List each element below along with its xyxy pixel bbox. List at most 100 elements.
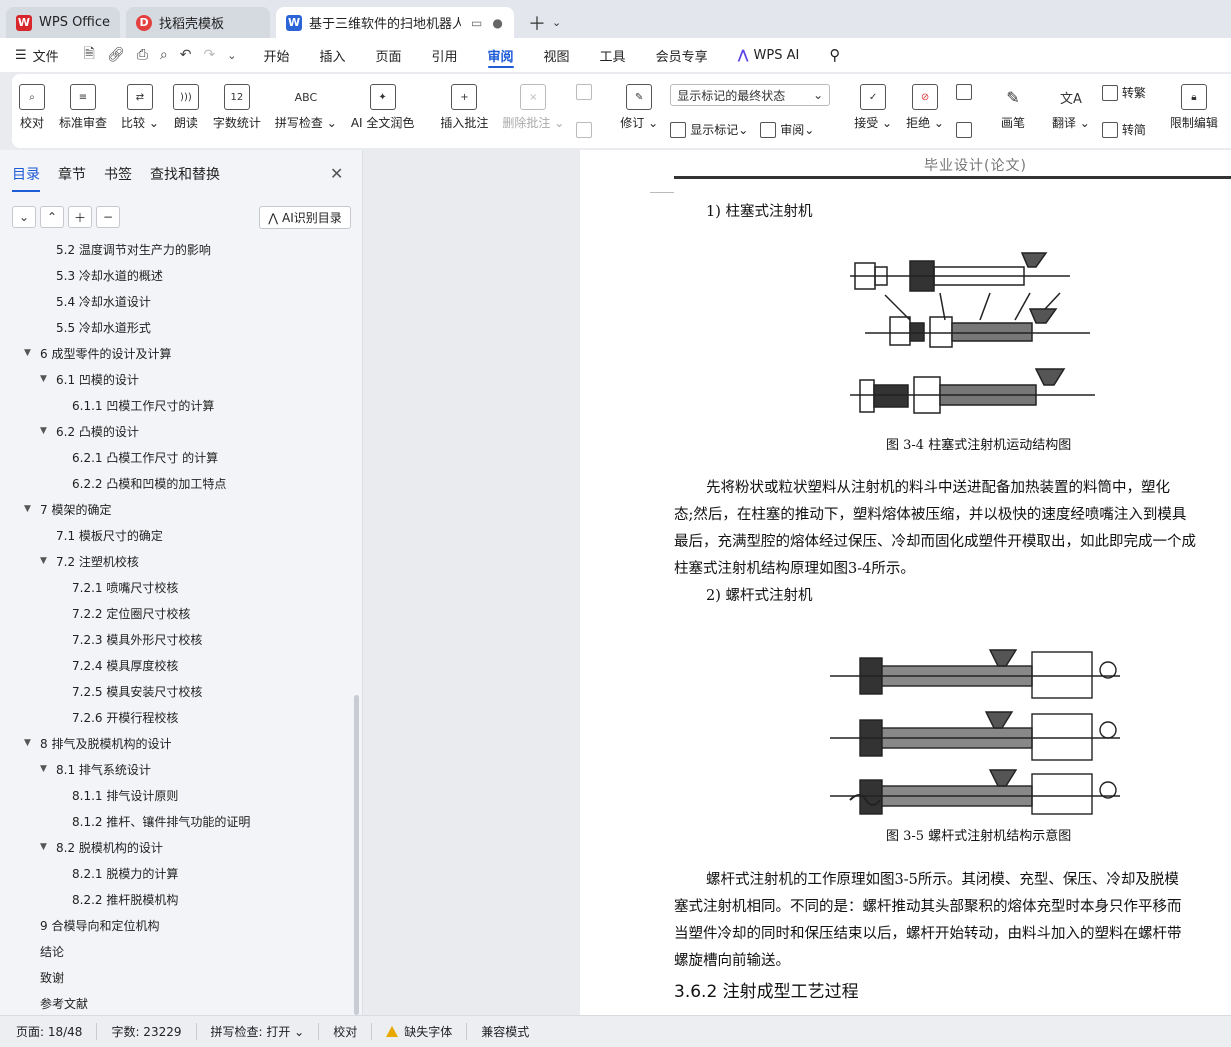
tab-wps-office[interactable]: W WPS Office	[6, 7, 121, 38]
tab-chapters[interactable]: 章节	[58, 164, 86, 192]
menu-wps-ai[interactable]: ⋀ WPS AI	[723, 38, 815, 72]
toc-item[interactable]: 致谢	[40, 964, 64, 990]
collapse-triangle-icon[interactable]: ▼	[40, 374, 50, 384]
toc-item[interactable]: 7.2.6 开模行程校核	[72, 704, 178, 730]
insert-comment-button[interactable]: + 插入批注	[440, 84, 488, 131]
menu-insert[interactable]: 插入	[304, 38, 360, 72]
document-cut-button[interactable]: 文	[1225, 84, 1231, 131]
translate-button[interactable]: 文A 翻译 ⌄	[1052, 84, 1090, 131]
toc-item[interactable]: 结论	[40, 938, 64, 964]
tab-toc[interactable]: 目录	[12, 164, 40, 192]
new-tab-button[interactable]: ＋ ⌄	[520, 7, 569, 38]
toc-item[interactable]: ▼ 7 模架的确定	[24, 496, 111, 522]
menu-reference[interactable]: 引用	[417, 38, 473, 72]
show-markup-button[interactable]: 显示标记 ⌄	[670, 121, 748, 138]
spell-check-toggle[interactable]: 拼写检查: 打开 ⌄	[211, 1023, 320, 1040]
close-icon[interactable]: ✕	[330, 164, 343, 183]
spell-check-button[interactable]: ABC 拼写检查 ⌄	[275, 84, 337, 131]
unsaved-dot-icon[interactable]: ●	[492, 16, 502, 30]
toc-item[interactable]: 6.1.1 凹模工作尺寸的计算	[72, 392, 214, 418]
toc-item[interactable]: ▼ 8 排气及脱模机构的设计	[24, 730, 171, 756]
reject-button[interactable]: ⊘ 拒绝 ⌄	[906, 84, 944, 131]
menu-start[interactable]: 开始	[248, 38, 304, 72]
collapse-triangle-icon[interactable]: ▼	[40, 426, 50, 436]
toc-item[interactable]: ▼ 8.2 脱模机构的设计	[40, 834, 163, 860]
toc-item[interactable]: 7.2.1 喷嘴尺寸校核	[72, 574, 178, 600]
next-comment-button[interactable]	[576, 122, 596, 138]
toc-scrollbar[interactable]	[354, 695, 359, 1015]
tab-find-replace[interactable]: 查找和替换	[150, 164, 220, 192]
toc-item[interactable]: ▼ 6 成型零件的设计及计算	[24, 340, 171, 366]
tab-docer[interactable]: D 找稻壳模板	[126, 7, 271, 38]
menu-page[interactable]: 页面	[360, 38, 416, 72]
collapse-triangle-icon[interactable]: ▼	[40, 842, 50, 852]
accept-button[interactable]: ✓ 接受 ⌄	[854, 84, 892, 131]
collapse-up-button[interactable]: ⌃	[40, 206, 64, 228]
toc-item[interactable]: ▼ 6.2 凸模的设计	[40, 418, 139, 444]
menu-file[interactable]: ☰ 文件	[0, 38, 74, 72]
toc-item[interactable]: 6.2.2 凸模和凹模的加工特点	[72, 470, 226, 496]
read-aloud-button[interactable]: ))) 朗读	[172, 84, 199, 131]
print-icon[interactable]: ⎙	[137, 47, 148, 63]
word-count-button[interactable]: 12 字数统计	[213, 84, 261, 131]
toc-item[interactable]: 7.2.4 模具厚度校核	[72, 652, 178, 678]
toc-item[interactable]: 5.4 冷却水道设计	[56, 288, 151, 314]
undo-icon[interactable]: ↶	[180, 47, 192, 63]
toc-item[interactable]: 8.1.1 排气设计原则	[72, 782, 178, 808]
prev-change-button[interactable]	[955, 84, 976, 100]
more-chevron-icon[interactable]: ⌄	[227, 49, 236, 62]
toc-item[interactable]: 6.2.1 凸模工作尺寸 的计算	[72, 444, 218, 470]
monitor-icon[interactable]: ▭	[471, 16, 482, 30]
proof-button[interactable]: ⌕ 校对	[19, 84, 45, 131]
review-pane-button[interactable]: 审阅 ⌄	[760, 121, 814, 138]
missing-font-indicator[interactable]: 缺失字体	[386, 1023, 468, 1040]
markup-mode-select[interactable]: 显示标记的最终状态 ⌄	[670, 84, 831, 106]
menu-tools[interactable]: 工具	[585, 38, 641, 72]
toc-item[interactable]: 9 合模导向和定位机构	[40, 912, 159, 938]
expand-down-button[interactable]: ⌄	[12, 206, 36, 228]
ink-button[interactable]: ✎ 画笔	[1000, 84, 1026, 131]
tab-bookmarks[interactable]: 书签	[104, 164, 132, 192]
track-changes-button[interactable]: ✎ 修订 ⌄	[620, 84, 658, 131]
document-page[interactable]: 毕业设计(论文) 1) 柱塞式注射机 图 3-4 柱塞式注射机运动结构图 先将粉…	[580, 150, 1231, 1015]
compare-button[interactable]: ⇄ 比较 ⌄	[121, 84, 159, 131]
save-icon[interactable]: 🗎	[84, 43, 95, 67]
toc-item[interactable]: 7.2.2 定位圈尺寸校核	[72, 600, 190, 626]
toc-item[interactable]: 5.2 温度调节对生产力的影响	[56, 238, 211, 262]
toc-item[interactable]: 8.2.1 脱模力的计算	[72, 860, 178, 886]
redo-icon[interactable]: ↷	[204, 47, 216, 63]
restrict-edit-button[interactable]: 🔒︎ 限制编辑	[1170, 84, 1218, 131]
add-heading-button[interactable]: ＋	[68, 206, 92, 228]
print-preview-icon[interactable]: ⌕	[160, 47, 168, 63]
collapse-triangle-icon[interactable]: ▼	[40, 556, 50, 566]
toc-item[interactable]: 5.5 冷却水道形式	[56, 314, 151, 340]
next-change-button[interactable]	[955, 122, 976, 138]
toc-item[interactable]: 5.3 冷却水道的概述	[56, 262, 163, 288]
tab-document[interactable]: W 基于三维软件的扫地机器人万 ▭ ●	[276, 7, 515, 38]
toc-item[interactable]: ▼ 7.2 注塑机校核	[40, 548, 139, 574]
menu-view[interactable]: 视图	[529, 38, 585, 72]
menu-member[interactable]: 会员专享	[641, 38, 723, 72]
link-icon[interactable]: 🔗︎	[107, 47, 125, 63]
toc-item[interactable]: ▼ 8.1 排气系统设计	[40, 756, 151, 782]
collapse-triangle-icon[interactable]: ▼	[24, 738, 34, 748]
prev-comment-button[interactable]	[576, 84, 596, 100]
toc-item[interactable]: 7.1 模板尺寸的确定	[56, 522, 163, 548]
toc-item[interactable]: 参考文献	[40, 990, 88, 1015]
ai-polish-button[interactable]: ✦ AI 全文润色	[351, 84, 414, 131]
word-count-indicator[interactable]: 字数: 23229	[111, 1023, 197, 1040]
toc-item[interactable]: 7.2.5 模具安装尺寸校核	[72, 678, 202, 704]
toc-item[interactable]: ▼ 6.1 凹模的设计	[40, 366, 139, 392]
toc-item[interactable]: 8.1.2 推杆、镶件排气功能的证明	[72, 808, 250, 834]
collapse-triangle-icon[interactable]: ▼	[40, 764, 50, 774]
chevron-down-icon[interactable]: ⌄	[552, 16, 561, 29]
ai-toc-button[interactable]: ⋀ AI识别目录	[259, 206, 351, 229]
proof-status[interactable]: 校对	[333, 1023, 373, 1040]
collapse-triangle-icon[interactable]: ▼	[24, 348, 34, 358]
page-indicator[interactable]: 页面: 18/48	[16, 1023, 98, 1040]
menu-review[interactable]: 审阅	[473, 38, 529, 72]
delete-comment-button[interactable]: × 删除批注 ⌄	[502, 84, 564, 131]
collapse-triangle-icon[interactable]: ▼	[24, 504, 34, 514]
standard-review-button[interactable]: ≡ 标准审查	[59, 84, 107, 131]
to-simplified-button[interactable]: 转简	[1101, 121, 1146, 138]
